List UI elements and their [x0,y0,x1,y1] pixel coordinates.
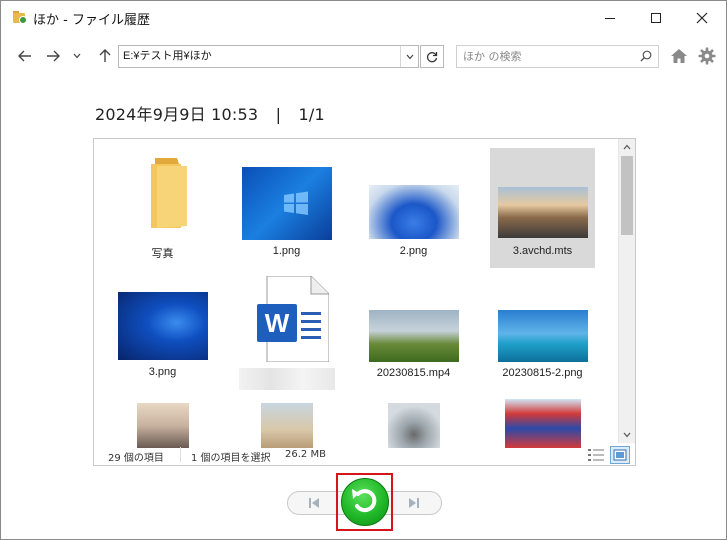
search-input[interactable]: ほか の検索 [463,50,522,63]
search-box[interactable]: ほか の検索 [456,45,659,68]
address-path: E:¥テスト用¥ほか [123,50,212,62]
selection-count: 1 個の項目を選択 [191,453,271,464]
chevron-down-icon [623,432,631,438]
image-thumbnail [241,167,332,240]
file-item[interactable]: 1.png [234,148,339,268]
video-thumbnail [368,310,459,362]
backup-date: 2024年9月9日 10:53 [95,105,259,124]
forward-button[interactable] [41,44,65,68]
close-button[interactable] [679,1,725,35]
selection-size: 26.2 MB [285,449,326,460]
scroll-down-button[interactable] [619,427,635,443]
file-item[interactable]: 2.png [361,148,466,268]
arrow-up-icon [99,49,111,62]
large-icons-view-button[interactable] [610,446,630,464]
svg-text:W: W [264,308,289,338]
file-list-pane: 写真 1.png 2.png 3.avchd.mts 3.png W 20230… [93,138,636,466]
previous-version-icon[interactable] [304,493,324,513]
next-version-icon[interactable] [404,493,424,513]
windows-logo-icon [283,191,308,215]
recent-locations-button[interactable] [65,44,89,68]
image-thumbnail [387,403,440,448]
status-divider [180,447,181,462]
file-name: 20230815.mp4 [376,367,451,379]
file-name: 3.avchd.mts [512,245,573,257]
chevron-down-icon [406,54,413,59]
maximize-icon [651,13,661,23]
image-thumbnail [260,403,313,448]
up-button[interactable] [93,44,117,68]
home-icon[interactable] [670,47,688,65]
file-history-app-icon [13,11,27,24]
chevron-up-icon [623,144,631,150]
address-dropdown[interactable] [400,46,418,67]
close-icon [696,12,708,24]
version-page: 1/1 [298,105,325,124]
item-count: 29 個の項目 [108,453,164,464]
image-thumbnail [368,185,459,239]
backup-date-header: 2024年9月9日 10:53 | 1/1 [95,101,325,125]
status-bar: 29 個の項目 1 個の項目を選択 26.2 MB [94,443,635,465]
details-view-icon[interactable] [588,448,604,462]
header-separator: | [275,105,282,124]
refresh-icon [426,51,438,62]
minimize-icon [605,17,615,19]
file-name: 写真 [151,248,174,260]
folder-icon [150,158,187,228]
file-item[interactable]: 写真 [110,148,215,268]
video-thumbnail [497,187,588,238]
image-thumbnail [504,399,581,448]
word-document-icon: W [256,276,329,362]
vertical-scrollbar[interactable] [618,139,635,443]
file-item[interactable]: 20230815-2.png [490,276,595,396]
window-title: ほか - ファイル履歴 [33,13,150,28]
file-name: 2.png [399,245,428,257]
scroll-thumb[interactable] [621,156,633,235]
file-item[interactable]: 3.png [110,276,215,396]
blurred-file-name [238,368,335,390]
maximize-button[interactable] [633,1,679,35]
arrow-right-icon [47,50,60,62]
scroll-up-button[interactable] [619,139,635,155]
file-name: 1.png [272,245,301,257]
refresh-button[interactable] [420,45,444,68]
file-name: 20230815-2.png [502,367,583,379]
back-button[interactable] [13,44,37,68]
file-item-selected[interactable]: 3.avchd.mts [490,148,595,268]
gear-icon[interactable] [698,47,716,65]
large-icons-view-icon [613,449,627,461]
image-thumbnail [117,292,208,360]
restore-button[interactable] [341,478,389,526]
file-item[interactable]: W [234,276,339,396]
image-thumbnail [497,310,588,362]
search-icon [640,50,652,62]
chevron-down-icon [73,53,81,59]
address-bar[interactable]: E:¥テスト用¥ほか [118,45,419,68]
file-item[interactable]: 20230815.mp4 [361,276,466,396]
title-bar: ほか - ファイル履歴 [1,1,726,35]
minimize-button[interactable] [587,1,633,35]
image-thumbnail [136,403,189,448]
arrow-left-icon [18,50,31,62]
file-history-window: ほか - ファイル履歴 E:¥テスト用¥ほか ほか の検索 2024年9月9日 … [0,0,727,540]
file-name: 3.png [148,366,177,378]
restore-icon [352,489,377,513]
